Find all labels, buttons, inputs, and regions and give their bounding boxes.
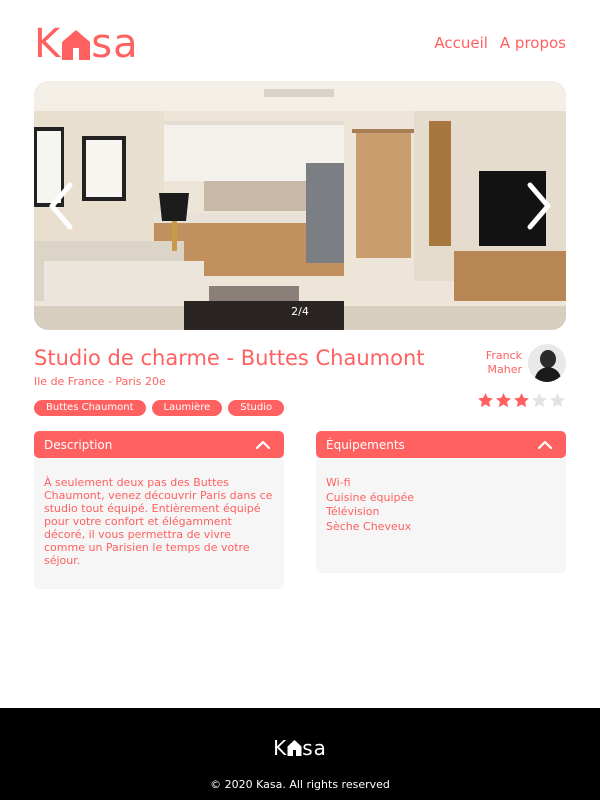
list-item: Cuisine équipée [326,490,415,504]
chevron-up-icon [256,440,270,449]
photo-counter: 2/4 [291,305,309,318]
next-arrow-icon[interactable] [522,181,556,231]
star-empty-icon [532,393,547,408]
equipments-title: Équipements [326,437,405,452]
list-item: Wi-fi [326,476,351,489]
list-item: Sèche Cheveux [326,519,412,533]
tag: Buttes Chaumont [34,400,146,416]
house-icon [62,30,91,60]
tag: Studio [228,400,285,416]
house-icon [287,740,302,756]
footer-logo: K sa [0,736,600,760]
tag: Laumière [151,400,223,416]
star-filled-icon [478,393,493,408]
footer-logo-suffix: sa [302,736,327,760]
logo-prefix: K [34,21,62,67]
host-first-name: Franck [485,349,522,362]
photo-carousel: 2/4 [34,81,566,330]
logo-suffix: sa [91,21,139,67]
listing-location: Ile de France - Paris 20e [34,375,166,388]
description-body: À seulement deux pas des Buttes Chaumont… [34,454,284,589]
header: K sa Accueil A propos [34,22,566,66]
listing-title: Studio de charme - Buttes Chaumont [34,346,425,370]
equipments-body: Wi-fi Cuisine équipée Télévision Sèche C… [316,454,566,573]
description-title: Description [44,437,113,452]
nav-link-a-propos[interactable]: A propos [500,34,566,52]
host-name: Franck Maher [476,349,522,377]
main-nav: Accueil A propos [434,34,566,52]
chevron-up-icon [538,440,552,449]
description-collapse: Description À seulement deux pas des But… [34,431,284,589]
host-last-name: Maher [487,363,523,376]
rating-stars [477,392,566,409]
description-text: À seulement deux pas des Buttes Chaumont… [44,476,273,567]
star-empty-icon [550,393,565,408]
tag-list: Buttes Chaumont Laumière Studio [34,400,285,416]
footer-logo-prefix: K [273,736,288,760]
star-filled-icon [496,393,511,408]
apartment-photo [34,81,566,330]
host-info: Franck Maher [476,344,566,382]
host-avatar [528,344,566,382]
kasa-logo[interactable]: K sa [34,22,139,66]
previous-arrow-icon[interactable] [44,181,78,231]
list-item: Télévision [326,505,380,518]
equipments-toggle[interactable]: Équipements [316,431,566,458]
copyright-text: © 2020 Kasa. All rights reserved [210,778,390,791]
description-toggle[interactable]: Description [34,431,284,458]
equipments-collapse: Équipements Wi-fi Cuisine équipée Télévi… [316,431,566,573]
nav-link-accueil[interactable]: Accueil [434,34,488,52]
star-filled-icon [514,393,529,408]
footer: K sa © 2020 Kasa. All rights reserved [0,708,600,800]
